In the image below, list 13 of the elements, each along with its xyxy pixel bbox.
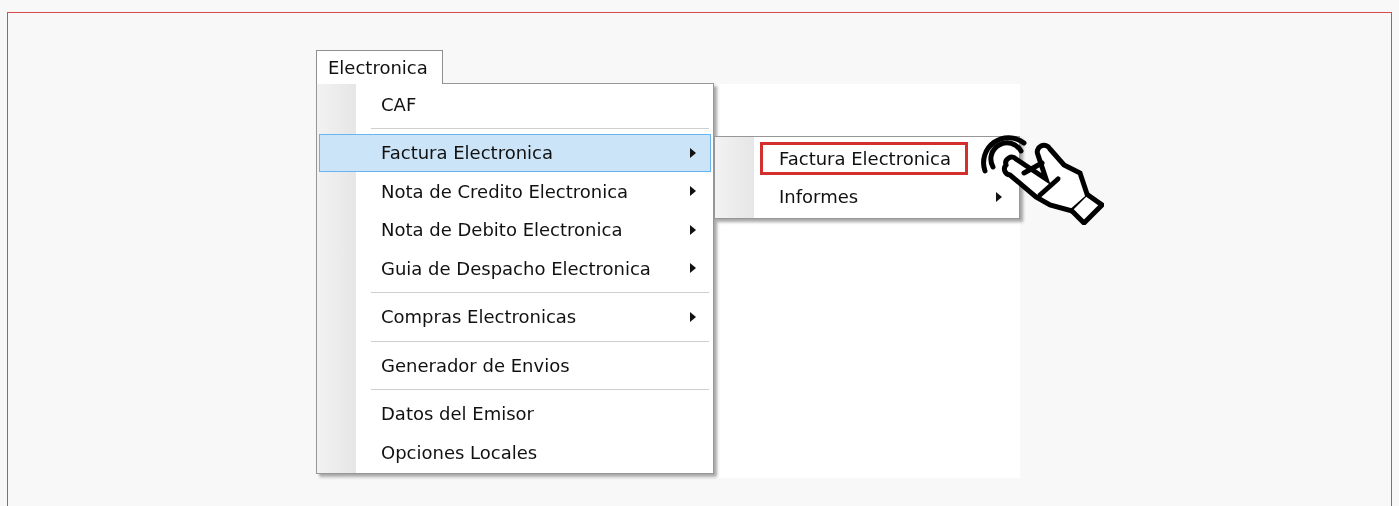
menu-item[interactable]: Nota de Debito Electronica — [319, 210, 711, 249]
menu-item[interactable]: Datos del Emisor — [319, 394, 711, 433]
menu-item[interactable]: Opciones Locales — [319, 433, 711, 472]
menu-item[interactable]: Factura Electronica — [717, 139, 1017, 178]
menu-item[interactable]: Compras Electronicas — [319, 297, 711, 336]
menu-item[interactable]: CAF — [319, 85, 711, 124]
menu-item[interactable]: Guia de Despacho Electronica — [319, 249, 711, 288]
menu-item[interactable]: Generador de Envios — [319, 346, 711, 385]
menu-item[interactable]: Nota de Credito Electronica — [319, 172, 711, 211]
menu-bar-item[interactable]: Electronica — [316, 50, 443, 84]
highlight-box: Factura Electronica — [760, 141, 968, 175]
menu-item[interactable]: Factura Electronica — [319, 133, 711, 172]
menu-item[interactable]: Informes — [717, 177, 1017, 216]
